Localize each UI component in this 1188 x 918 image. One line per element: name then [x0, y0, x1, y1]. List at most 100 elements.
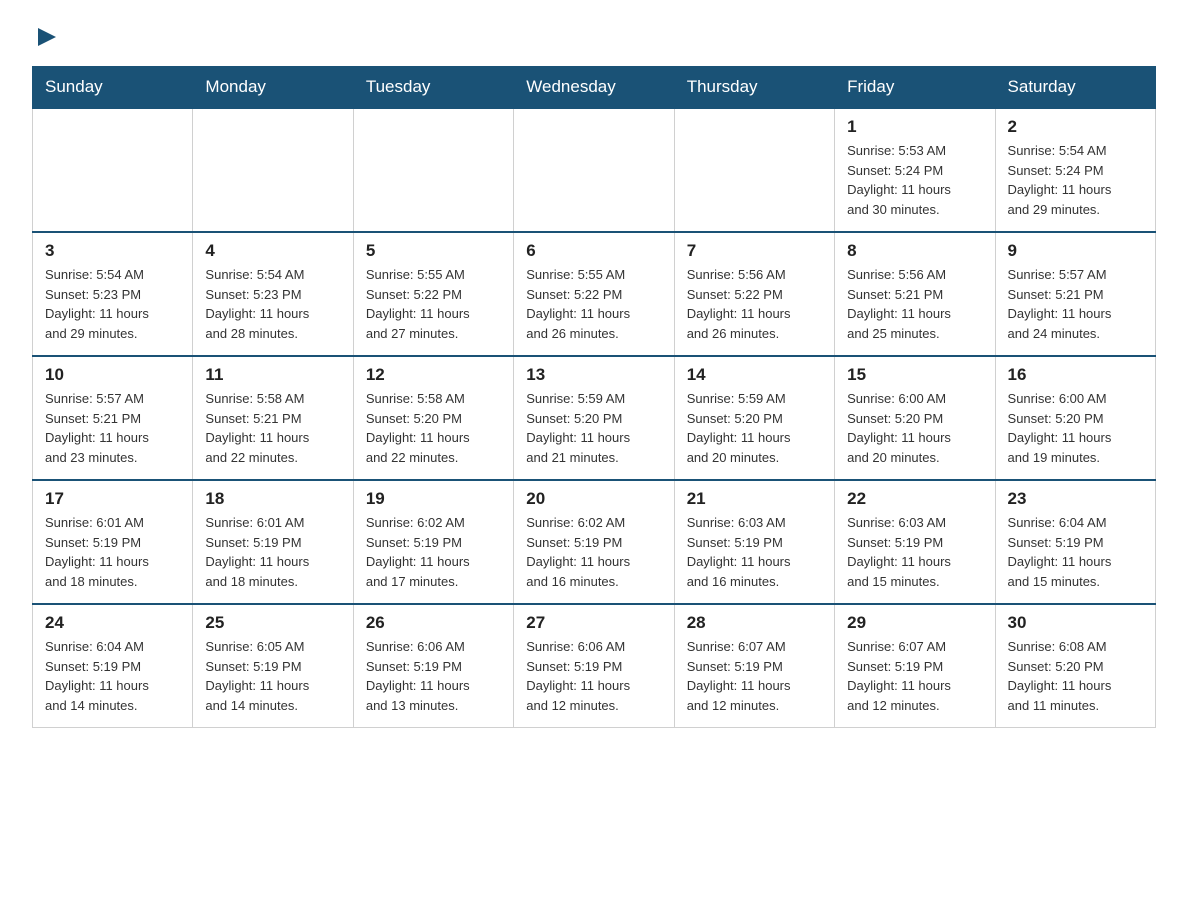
- calendar-cell: 14 Sunrise: 5:59 AM Sunset: 5:20 PM Dayli…: [674, 356, 834, 480]
- day-info: Sunrise: 5:55 AM Sunset: 5:22 PM Dayligh…: [526, 265, 661, 343]
- weekday-header-monday: Monday: [193, 67, 353, 109]
- weekday-header-saturday: Saturday: [995, 67, 1155, 109]
- calendar-cell: 27 Sunrise: 6:06 AM Sunset: 5:19 PM Dayli…: [514, 604, 674, 728]
- calendar-cell: 8 Sunrise: 5:56 AM Sunset: 5:21 PM Daylig…: [835, 232, 995, 356]
- day-number: 25: [205, 613, 340, 633]
- calendar-cell: 6 Sunrise: 5:55 AM Sunset: 5:22 PM Daylig…: [514, 232, 674, 356]
- day-number: 7: [687, 241, 822, 261]
- weekday-header-friday: Friday: [835, 67, 995, 109]
- calendar-cell: 3Sunrise: 5:54 AM Sunset: 5:23 PM Daylig…: [33, 232, 193, 356]
- day-info: Sunrise: 6:02 AM Sunset: 5:19 PM Dayligh…: [526, 513, 661, 591]
- day-number: 11: [205, 365, 340, 385]
- day-number: 9: [1008, 241, 1143, 261]
- day-number: 29: [847, 613, 982, 633]
- day-number: 21: [687, 489, 822, 509]
- day-info: Sunrise: 5:59 AM Sunset: 5:20 PM Dayligh…: [687, 389, 822, 467]
- calendar-cell: 25 Sunrise: 6:05 AM Sunset: 5:19 PM Dayli…: [193, 604, 353, 728]
- day-info: Sunrise: 6:00 AM Sunset: 5:20 PM Dayligh…: [1008, 389, 1143, 467]
- day-number: 15: [847, 365, 982, 385]
- day-number: 6: [526, 241, 661, 261]
- day-info: Sunrise: 5:57 AM Sunset: 5:21 PM Dayligh…: [45, 389, 180, 467]
- day-number: 20: [526, 489, 661, 509]
- weekday-header-sunday: Sunday: [33, 67, 193, 109]
- calendar-cell: 2Sunrise: 5:54 AM Sunset: 5:24 PM Daylig…: [995, 108, 1155, 232]
- day-info: Sunrise: 6:01 AM Sunset: 5:19 PM Dayligh…: [45, 513, 180, 591]
- week-row-3: 10 Sunrise: 5:57 AM Sunset: 5:21 PM Dayli…: [33, 356, 1156, 480]
- day-number: 24: [45, 613, 180, 633]
- calendar-cell: 30 Sunrise: 6:08 AM Sunset: 5:20 PM Dayli…: [995, 604, 1155, 728]
- day-number: 30: [1008, 613, 1143, 633]
- day-info: Sunrise: 5:58 AM Sunset: 5:20 PM Dayligh…: [366, 389, 501, 467]
- day-number: 17: [45, 489, 180, 509]
- calendar-cell: 28 Sunrise: 6:07 AM Sunset: 5:19 PM Dayli…: [674, 604, 834, 728]
- calendar-cell: 26 Sunrise: 6:06 AM Sunset: 5:19 PM Dayli…: [353, 604, 513, 728]
- day-info: Sunrise: 6:04 AM Sunset: 5:19 PM Dayligh…: [45, 637, 180, 715]
- day-number: 8: [847, 241, 982, 261]
- calendar-cell: 20 Sunrise: 6:02 AM Sunset: 5:19 PM Dayli…: [514, 480, 674, 604]
- calendar-cell: 23 Sunrise: 6:04 AM Sunset: 5:19 PM Dayli…: [995, 480, 1155, 604]
- day-number: 27: [526, 613, 661, 633]
- calendar-cell: [353, 108, 513, 232]
- weekday-header-row: SundayMondayTuesdayWednesdayThursdayFrid…: [33, 67, 1156, 109]
- calendar-cell: 18 Sunrise: 6:01 AM Sunset: 5:19 PM Dayli…: [193, 480, 353, 604]
- day-info: Sunrise: 6:05 AM Sunset: 5:19 PM Dayligh…: [205, 637, 340, 715]
- calendar-cell: [674, 108, 834, 232]
- calendar-cell: 22 Sunrise: 6:03 AM Sunset: 5:19 PM Dayli…: [835, 480, 995, 604]
- day-info: Sunrise: 6:03 AM Sunset: 5:19 PM Dayligh…: [687, 513, 822, 591]
- day-info: Sunrise: 5:53 AM Sunset: 5:24 PM Dayligh…: [847, 141, 982, 219]
- day-number: 28: [687, 613, 822, 633]
- calendar-cell: 4 Sunrise: 5:54 AM Sunset: 5:23 PM Daylig…: [193, 232, 353, 356]
- day-info: Sunrise: 5:54 AM Sunset: 5:23 PM Dayligh…: [45, 265, 180, 343]
- calendar-cell: 10 Sunrise: 5:57 AM Sunset: 5:21 PM Dayli…: [33, 356, 193, 480]
- day-info: Sunrise: 6:06 AM Sunset: 5:19 PM Dayligh…: [366, 637, 501, 715]
- calendar-table: SundayMondayTuesdayWednesdayThursdayFrid…: [32, 66, 1156, 728]
- day-number: 5: [366, 241, 501, 261]
- day-info: Sunrise: 6:07 AM Sunset: 5:19 PM Dayligh…: [687, 637, 822, 715]
- day-info: Sunrise: 6:04 AM Sunset: 5:19 PM Dayligh…: [1008, 513, 1143, 591]
- calendar-cell: 24 Sunrise: 6:04 AM Sunset: 5:19 PM Dayli…: [33, 604, 193, 728]
- day-number: 12: [366, 365, 501, 385]
- day-number: 18: [205, 489, 340, 509]
- day-number: 10: [45, 365, 180, 385]
- week-row-4: 17 Sunrise: 6:01 AM Sunset: 5:19 PM Dayli…: [33, 480, 1156, 604]
- calendar-cell: 12 Sunrise: 5:58 AM Sunset: 5:20 PM Dayli…: [353, 356, 513, 480]
- calendar-cell: [33, 108, 193, 232]
- day-info: Sunrise: 6:03 AM Sunset: 5:19 PM Dayligh…: [847, 513, 982, 591]
- day-info: Sunrise: 6:01 AM Sunset: 5:19 PM Dayligh…: [205, 513, 340, 591]
- calendar-cell: 17 Sunrise: 6:01 AM Sunset: 5:19 PM Dayli…: [33, 480, 193, 604]
- day-number: 26: [366, 613, 501, 633]
- day-number: 1: [847, 117, 982, 137]
- weekday-header-tuesday: Tuesday: [353, 67, 513, 109]
- day-number: 16: [1008, 365, 1143, 385]
- day-info: Sunrise: 6:08 AM Sunset: 5:20 PM Dayligh…: [1008, 637, 1143, 715]
- calendar-cell: 15Sunrise: 6:00 AM Sunset: 5:20 PM Dayli…: [835, 356, 995, 480]
- week-row-5: 24 Sunrise: 6:04 AM Sunset: 5:19 PM Dayli…: [33, 604, 1156, 728]
- logo: [32, 24, 58, 46]
- week-row-1: 1 Sunrise: 5:53 AM Sunset: 5:24 PM Daylig…: [33, 108, 1156, 232]
- weekday-header-thursday: Thursday: [674, 67, 834, 109]
- day-number: 19: [366, 489, 501, 509]
- day-info: Sunrise: 5:59 AM Sunset: 5:20 PM Dayligh…: [526, 389, 661, 467]
- day-info: Sunrise: 5:55 AM Sunset: 5:22 PM Dayligh…: [366, 265, 501, 343]
- day-info: Sunrise: 5:56 AM Sunset: 5:21 PM Dayligh…: [847, 265, 982, 343]
- day-info: Sunrise: 5:54 AM Sunset: 5:23 PM Dayligh…: [205, 265, 340, 343]
- calendar-cell: 1 Sunrise: 5:53 AM Sunset: 5:24 PM Daylig…: [835, 108, 995, 232]
- calendar-cell: 29 Sunrise: 6:07 AM Sunset: 5:19 PM Dayli…: [835, 604, 995, 728]
- day-info: Sunrise: 6:02 AM Sunset: 5:19 PM Dayligh…: [366, 513, 501, 591]
- calendar-cell: [193, 108, 353, 232]
- calendar-cell: 13Sunrise: 5:59 AM Sunset: 5:20 PM Dayli…: [514, 356, 674, 480]
- day-number: 14: [687, 365, 822, 385]
- calendar-cell: 16 Sunrise: 6:00 AM Sunset: 5:20 PM Dayli…: [995, 356, 1155, 480]
- logo-flag-icon: [36, 26, 58, 48]
- day-info: Sunrise: 6:07 AM Sunset: 5:19 PM Dayligh…: [847, 637, 982, 715]
- day-number: 4: [205, 241, 340, 261]
- day-info: Sunrise: 5:54 AM Sunset: 5:24 PM Dayligh…: [1008, 141, 1143, 219]
- page-header: [32, 24, 1156, 46]
- day-info: Sunrise: 5:58 AM Sunset: 5:21 PM Dayligh…: [205, 389, 340, 467]
- day-number: 23: [1008, 489, 1143, 509]
- day-info: Sunrise: 6:06 AM Sunset: 5:19 PM Dayligh…: [526, 637, 661, 715]
- calendar-cell: 5 Sunrise: 5:55 AM Sunset: 5:22 PM Daylig…: [353, 232, 513, 356]
- calendar-cell: 19 Sunrise: 6:02 AM Sunset: 5:19 PM Dayli…: [353, 480, 513, 604]
- day-number: 22: [847, 489, 982, 509]
- calendar-cell: 7Sunrise: 5:56 AM Sunset: 5:22 PM Daylig…: [674, 232, 834, 356]
